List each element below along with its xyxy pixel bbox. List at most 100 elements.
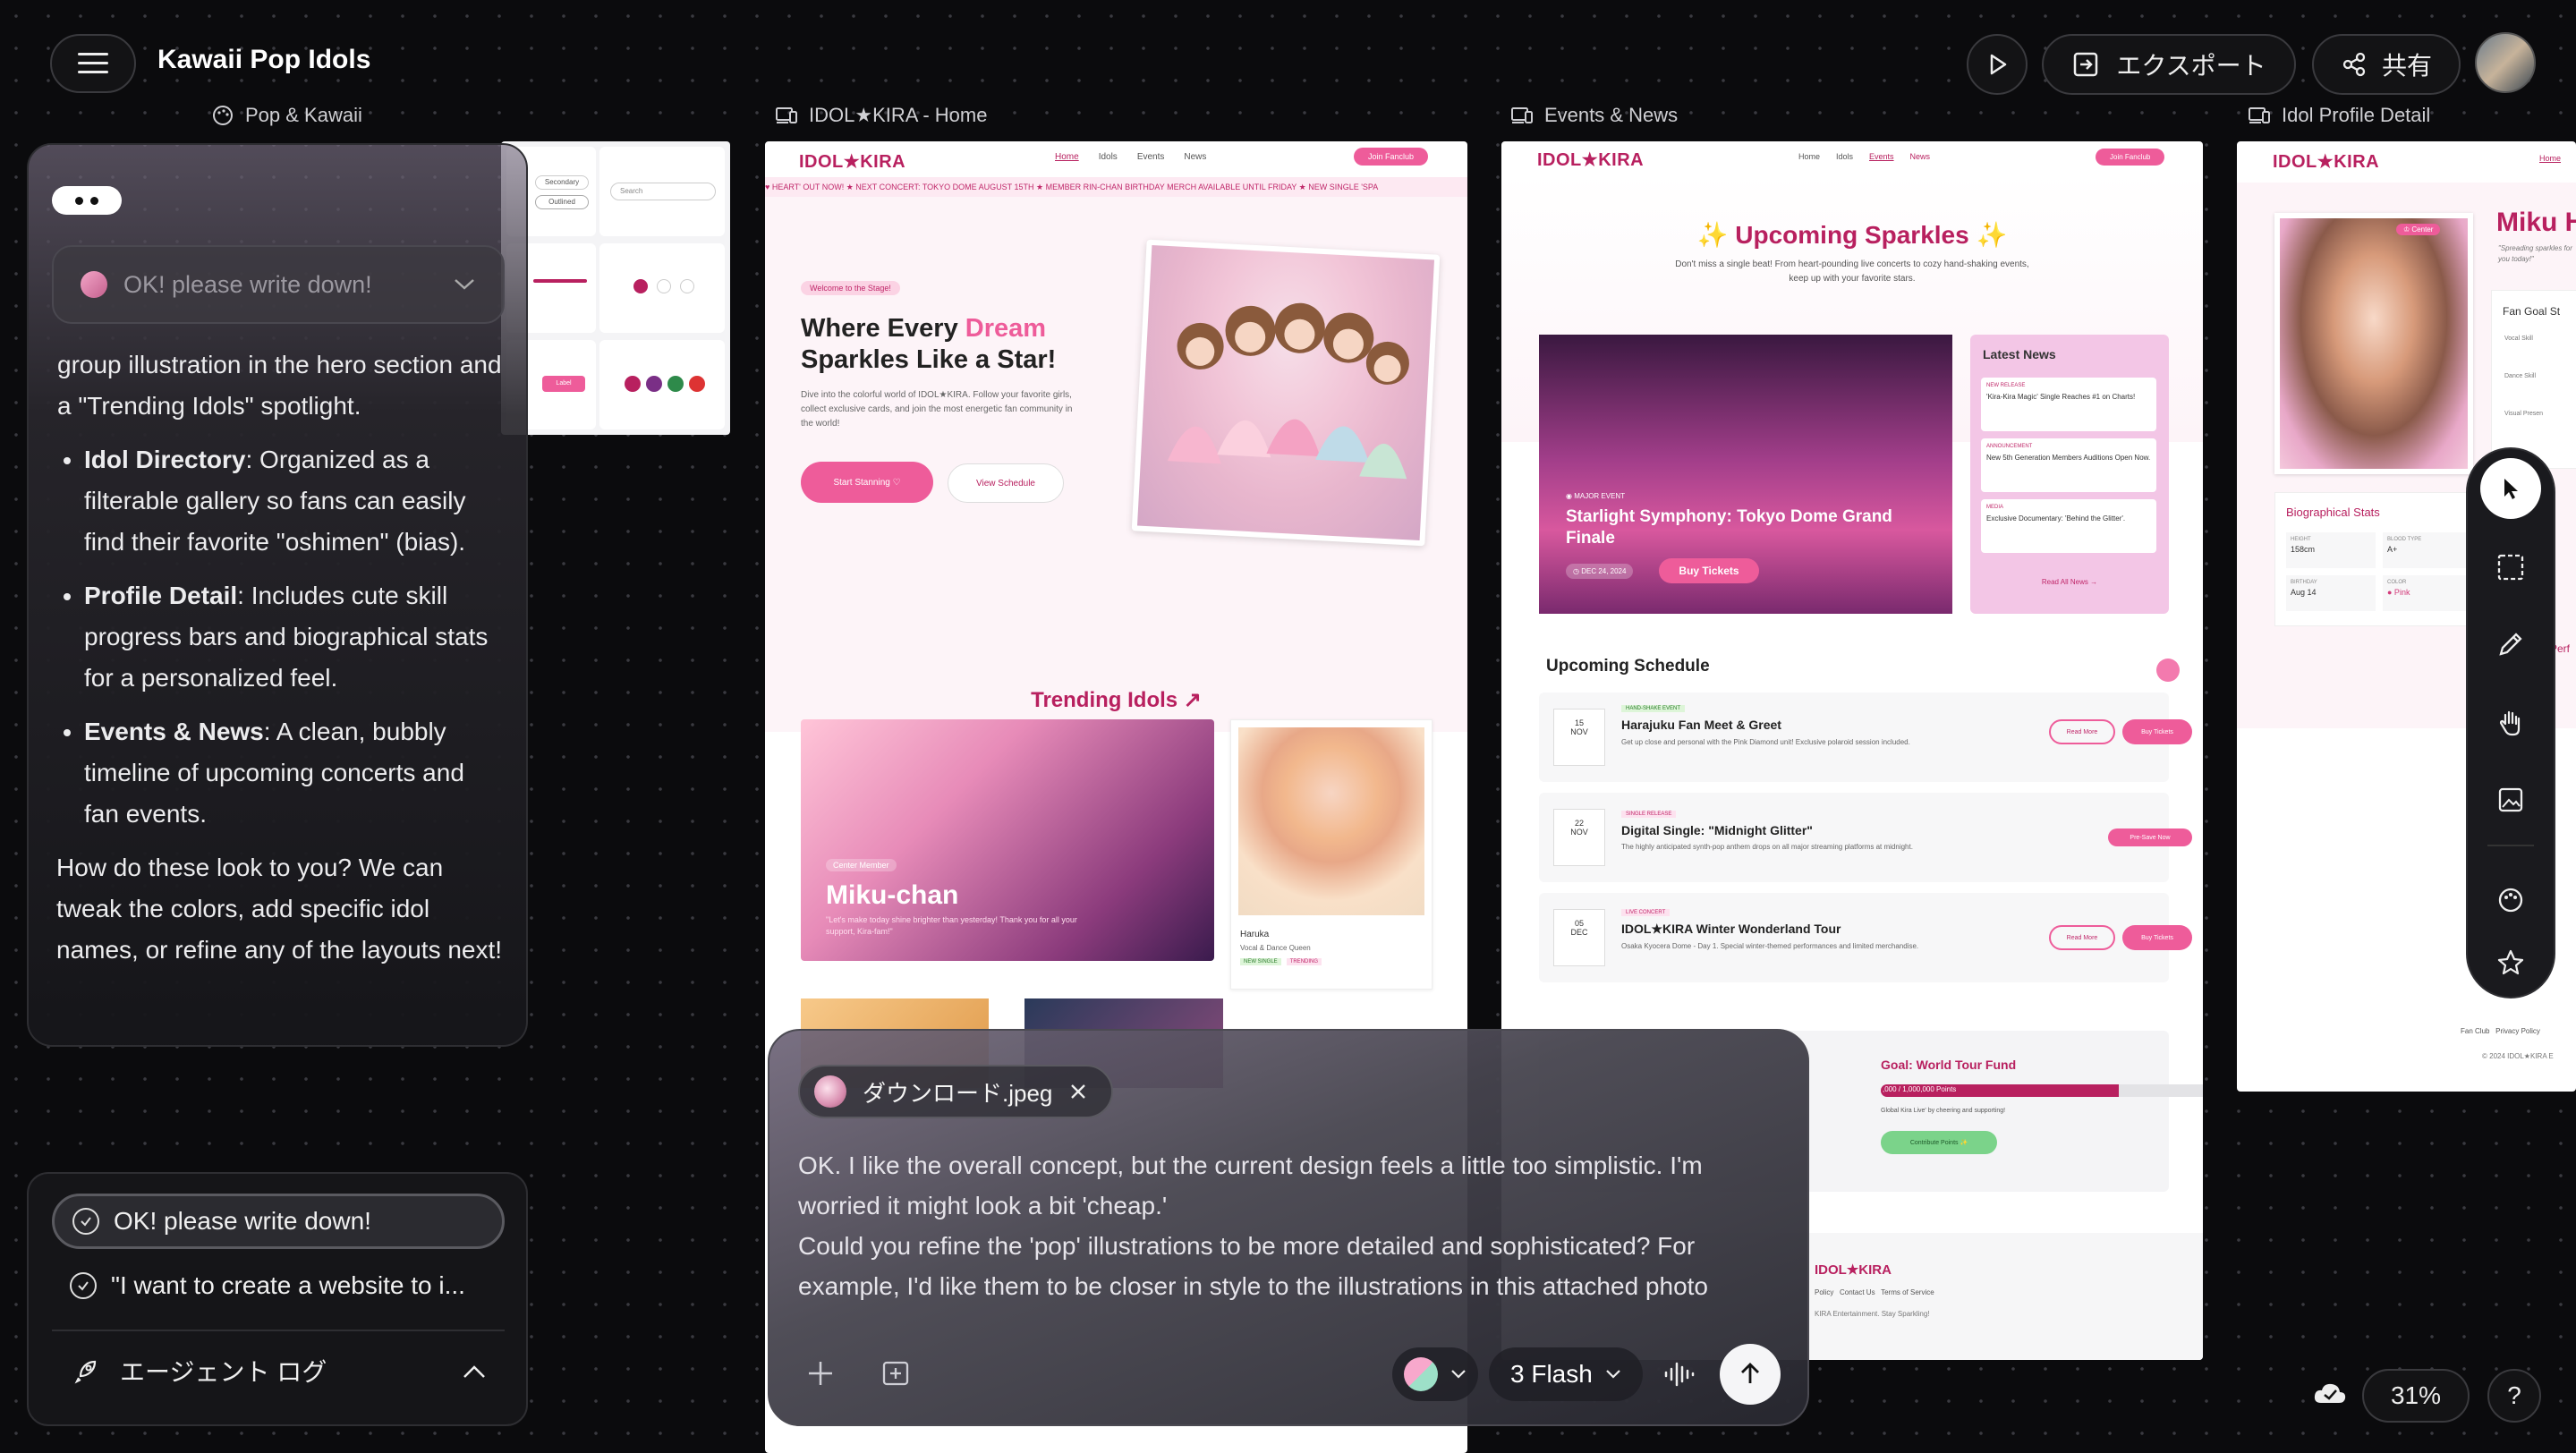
nav-news[interactable]: News: [1910, 152, 1931, 161]
nav-events[interactable]: Events: [1137, 152, 1165, 162]
favorites-tool[interactable]: [2480, 932, 2541, 993]
style-card: [599, 340, 725, 429]
frame-label-events[interactable]: Events & News: [1510, 104, 1678, 127]
voice-input-icon[interactable]: [1661, 1356, 1696, 1397]
buy-tickets-button[interactable]: Buy Tickets: [2122, 925, 2192, 950]
nav-home[interactable]: Home: [2539, 154, 2561, 163]
pen-tool[interactable]: [2480, 614, 2541, 675]
send-button[interactable]: [1720, 1344, 1781, 1405]
chat-message: group illustration in the hero section a…: [56, 344, 505, 971]
color-swatch: [625, 376, 641, 392]
news-item[interactable]: ANNOUNCEMENT New 5th Generation Members …: [1981, 438, 2156, 492]
skill-label: Vocal Skill: [2504, 336, 2533, 342]
help-button[interactable]: ?: [2487, 1369, 2541, 1423]
read-more-button[interactable]: Read More: [2049, 719, 2115, 744]
frame-label-style[interactable]: Pop & Kawaii: [211, 104, 362, 127]
prompt-input[interactable]: OK. I like the overall concept, but the …: [798, 1145, 1791, 1306]
nav-home[interactable]: Home: [1055, 152, 1079, 162]
menu-button[interactable]: [50, 34, 136, 93]
chat-bullet-head: Idol Directory: [84, 446, 246, 473]
share-button[interactable]: 共有: [2312, 34, 2461, 95]
news-item[interactable]: NEW RELEASE 'Kira-Kira Magic' Single Rea…: [1981, 378, 2156, 431]
add-media-icon[interactable]: [880, 1358, 911, 1393]
rocket-icon: [74, 1360, 97, 1384]
theme-tool[interactable]: [2480, 870, 2541, 930]
close-icon[interactable]: [1068, 1082, 1088, 1101]
star-icon: [2497, 949, 2524, 975]
chevron-up-icon[interactable]: [462, 1364, 487, 1384]
pre-save-button[interactable]: Pre-Save Now: [2108, 828, 2192, 846]
preview-play-button[interactable]: [1967, 34, 2028, 95]
news-text: Exclusive Documentary: 'Behind the Glitt…: [1986, 514, 2126, 523]
style-selector[interactable]: [1392, 1347, 1478, 1401]
stat-value: A+: [2387, 545, 2398, 554]
major-event-card[interactable]: ◉ MAJOR EVENT Starlight Symphony: Tokyo …: [1539, 335, 1952, 614]
footer-links[interactable]: Fan Club Privacy Policy: [2461, 1027, 2540, 1035]
icon-button-sample: [633, 279, 648, 293]
nav-idols[interactable]: Idols: [1836, 152, 1853, 161]
join-fanclub-button[interactable]: Join Fanclub: [2096, 149, 2165, 166]
schedule-month: NOV: [1570, 828, 1588, 837]
select-tool[interactable]: [2480, 458, 2541, 519]
start-stanning-button[interactable]: Start Stanning ♡: [801, 462, 933, 503]
frame-label-home[interactable]: IDOL★KIRA - Home: [775, 104, 987, 127]
chat-bullet: Profile Detail: Includes cute skill prog…: [84, 575, 505, 699]
conversation-selector[interactable]: OK! please write down!: [52, 245, 505, 324]
profile-portrait: ♔ Center: [2274, 213, 2473, 474]
idol-card-haruka[interactable]: Haruka Vocal & Dance Queen NEW SINGLE TR…: [1230, 719, 1433, 990]
user-avatar[interactable]: [2475, 32, 2536, 93]
schedule-title-text: Harajuku Fan Meet & Greet: [1621, 718, 1781, 732]
nav-events[interactable]: Events: [1869, 152, 1894, 161]
zoom-level[interactable]: 31%: [2362, 1369, 2470, 1423]
read-more-button[interactable]: Read More: [2049, 925, 2115, 950]
history-item[interactable]: "I want to create a website to i...: [52, 1258, 505, 1313]
contribute-button[interactable]: Contribute Points ✨: [1881, 1131, 1997, 1154]
marquee-tool[interactable]: [2480, 537, 2541, 598]
chat-bullet-head: Profile Detail: [84, 582, 238, 609]
export-button[interactable]: エクスポート: [2042, 34, 2296, 95]
canvas-toolbar: [2466, 447, 2555, 998]
footer-links[interactable]: Policy Contact Us Terms of Service: [1815, 1288, 1934, 1296]
join-fanclub-button[interactable]: Join Fanclub: [1354, 148, 1429, 166]
hand-icon: [2499, 710, 2521, 736]
divider: [2487, 845, 2534, 846]
stat-box: HEIGHT 158cm: [2286, 532, 2376, 568]
schedule-item[interactable]: 05 DEC LIVE CONCERT IDOL★KIRA Winter Wond…: [1539, 893, 2192, 982]
style-guide-frame[interactable]: Secondary Outlined Search Label: [501, 141, 730, 435]
idol-quote: "Let's make today shine brighter than ye…: [826, 915, 1077, 936]
schedule-item[interactable]: 22 NOV SINGLE RELEASE Digital Single: "Mi…: [1539, 793, 2192, 882]
fund-points: ,000 / 1,000,000 Points: [1883, 1085, 1957, 1093]
image-tool[interactable]: [2480, 769, 2541, 830]
nav-news[interactable]: News: [1184, 152, 1206, 162]
calendar-icon[interactable]: [2156, 659, 2180, 682]
schedule-item[interactable]: 15 NOV HAND-SHAKE EVENT Harajuku Fan Meet…: [1539, 693, 2192, 782]
buy-tickets-button[interactable]: Buy Tickets: [1659, 558, 1759, 583]
arrow-up-icon: [1741, 1363, 1759, 1383]
schedule-tag: SINGLE RELEASE: [1621, 811, 1677, 818]
attachment-filename: ダウンロード.jpeg: [863, 1079, 1053, 1107]
history-item[interactable]: OK! please write down!: [52, 1194, 505, 1249]
frame-label-profile[interactable]: Idol Profile Detail: [2248, 104, 2430, 127]
events-subtitle: Don't miss a single beat! From heart-pou…: [1675, 259, 2029, 284]
secondary-button-sample: Secondary: [535, 175, 589, 190]
devices-icon: [1511, 107, 1533, 123]
news-item[interactable]: MEDIA Exclusive Documentary: 'Behind the…: [1981, 499, 2156, 553]
hamburger-icon: [78, 53, 108, 73]
view-schedule-button[interactable]: View Schedule: [948, 463, 1064, 503]
idol-card-miku[interactable]: Center Member Miku-chan "Let's make toda…: [801, 719, 1214, 961]
nav-idols[interactable]: Idols: [1099, 152, 1118, 162]
nav-home[interactable]: Home: [1798, 152, 1820, 161]
profile-quote: "Spreading sparkles for you today!": [2498, 244, 2572, 263]
add-icon[interactable]: [805, 1358, 836, 1393]
stat-key: HEIGHT: [2291, 537, 2311, 542]
attachment-chip[interactable]: ダウンロード.jpeg: [798, 1065, 1114, 1118]
fan-goal-card: Fan Goal St Vocal Skill Dance Skill Visu…: [2491, 290, 2576, 469]
model-selector[interactable]: 3 Flash: [1489, 1347, 1643, 1401]
hand-tool[interactable]: [2480, 693, 2541, 753]
agent-log-toggle[interactable]: エージェント ログ: [72, 1353, 327, 1389]
schedule-day: 15: [1574, 718, 1584, 727]
conversation-selector-text: OK! please write down!: [123, 270, 372, 298]
stat-key: BLOOD TYPE: [2387, 537, 2422, 542]
read-all-news-link[interactable]: Read All News →: [1970, 578, 2169, 586]
buy-tickets-button[interactable]: Buy Tickets: [2122, 719, 2192, 744]
